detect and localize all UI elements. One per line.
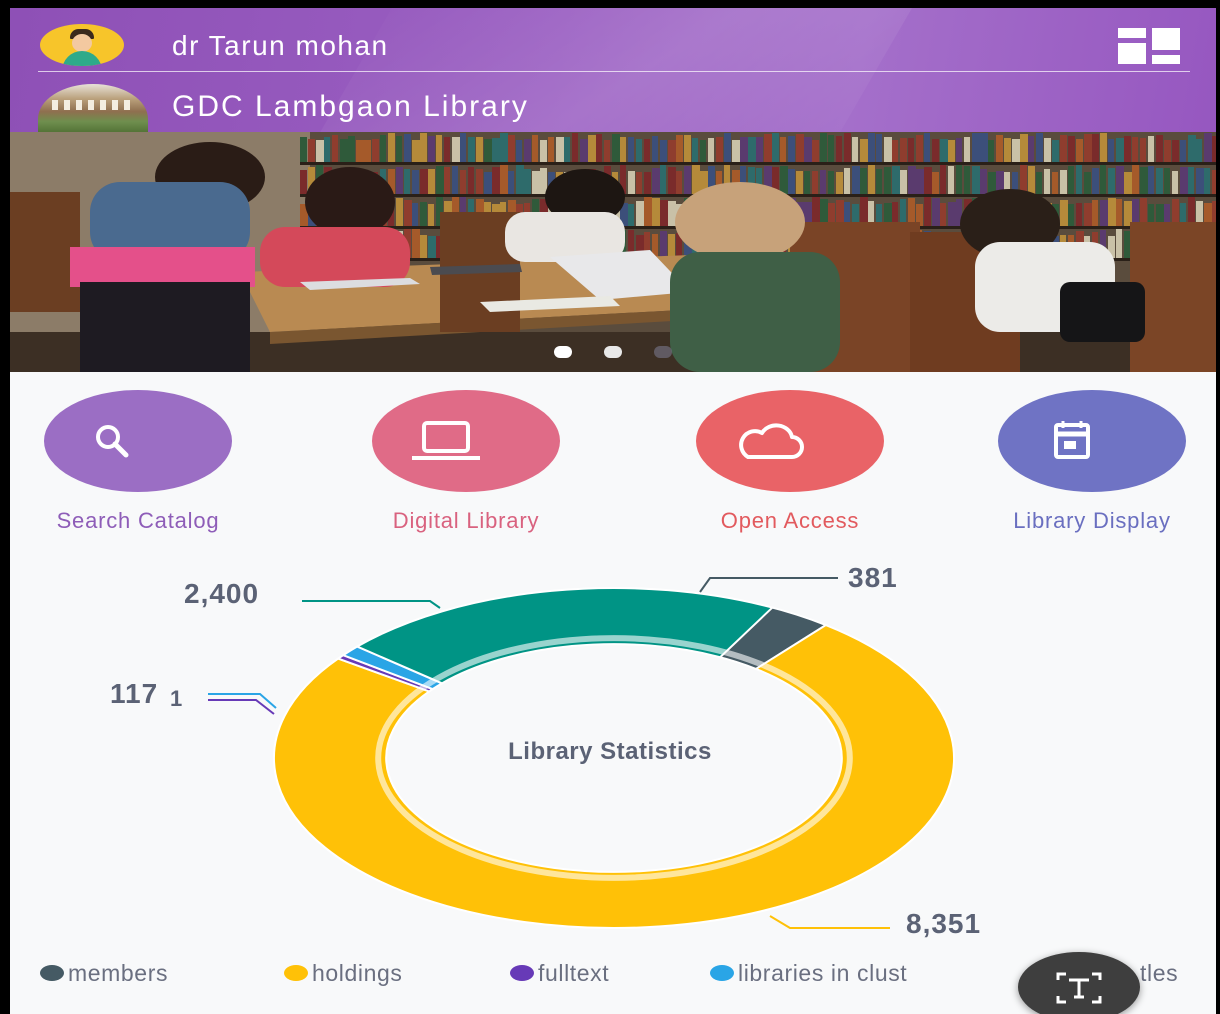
carousel-dot-2[interactable] bbox=[604, 346, 622, 358]
laptop-icon bbox=[412, 421, 480, 460]
calendar-icon bbox=[1054, 421, 1090, 459]
legend-item-fulltext[interactable]: fulltext bbox=[510, 960, 609, 987]
data-label-titles: 2,400 bbox=[184, 578, 260, 609]
legend-dot-fulltext bbox=[510, 964, 534, 981]
search-catalog-circle[interactable] bbox=[44, 390, 232, 492]
legend-item-holdings[interactable]: holdings bbox=[284, 960, 402, 987]
user-row[interactable]: dr Tarun mohan bbox=[10, 8, 1216, 72]
legend-dot-holdings bbox=[284, 964, 308, 981]
library-display-label: Library Display bbox=[1013, 508, 1171, 533]
grid-menu-icon[interactable] bbox=[1118, 28, 1180, 64]
leader-line-3 bbox=[208, 699, 275, 715]
carousel-dot-1[interactable] bbox=[554, 346, 572, 358]
cloud-icon bbox=[739, 423, 804, 459]
data-label-libraries: 117 bbox=[110, 678, 159, 709]
quick-actions: Search Catalog Digital Library Open Acce… bbox=[10, 380, 1216, 533]
donut-slice-titles[interactable] bbox=[355, 587, 775, 685]
app-screen: dr Tarun mohan GDC Lambgaon Library Sear… bbox=[10, 8, 1216, 1014]
legend-item-libraries-in-cluster[interactable]: libraries in clust bbox=[710, 960, 907, 987]
library-photo bbox=[10, 132, 1216, 372]
search-catalog-button[interactable]: Search Catalog bbox=[18, 390, 258, 533]
banner-carousel[interactable] bbox=[10, 132, 1216, 372]
legend-item-members[interactable]: members bbox=[40, 960, 168, 987]
legend-dot-members bbox=[40, 964, 64, 981]
app-header: dr Tarun mohan GDC Lambgaon Library bbox=[10, 8, 1216, 132]
user-avatar-icon[interactable] bbox=[40, 24, 124, 66]
text-scan-button[interactable] bbox=[1018, 952, 1140, 1014]
library-display-button[interactable]: Library Display bbox=[972, 390, 1212, 533]
digital-library-label: Digital Library bbox=[392, 508, 540, 533]
library-row[interactable]: GDC Lambgaon Library bbox=[10, 74, 1216, 132]
chart-title: Library Statistics bbox=[508, 738, 712, 765]
library-name: GDC Lambgaon Library bbox=[172, 90, 529, 123]
open-access-label: Open Access bbox=[720, 508, 860, 533]
library-statistics-chart: Library Statistics 2,400 381 117 1 8,351 bbox=[10, 548, 1216, 948]
data-label-holdings: 8,351 bbox=[906, 908, 982, 939]
leader-line-1 bbox=[699, 577, 838, 593]
header-divider bbox=[38, 71, 1190, 72]
legend-dot-libraries bbox=[710, 964, 734, 981]
legend-item-titles[interactable]: tles bbox=[1140, 960, 1178, 987]
data-label-members: 381 bbox=[848, 562, 898, 593]
library-building-thumbnail bbox=[38, 84, 148, 132]
text-scan-icon bbox=[1056, 972, 1102, 1004]
open-access-button[interactable]: Open Access bbox=[670, 390, 910, 533]
search-catalog-label: Search Catalog bbox=[56, 508, 220, 533]
digital-library-button[interactable]: Digital Library bbox=[346, 390, 586, 533]
leader-line-4 bbox=[769, 915, 890, 929]
carousel-dot-3[interactable] bbox=[654, 346, 672, 358]
leader-line-0 bbox=[302, 600, 441, 609]
data-label-fulltext: 1 bbox=[170, 686, 184, 711]
search-icon bbox=[96, 425, 129, 458]
user-name: dr Tarun mohan bbox=[172, 30, 389, 61]
